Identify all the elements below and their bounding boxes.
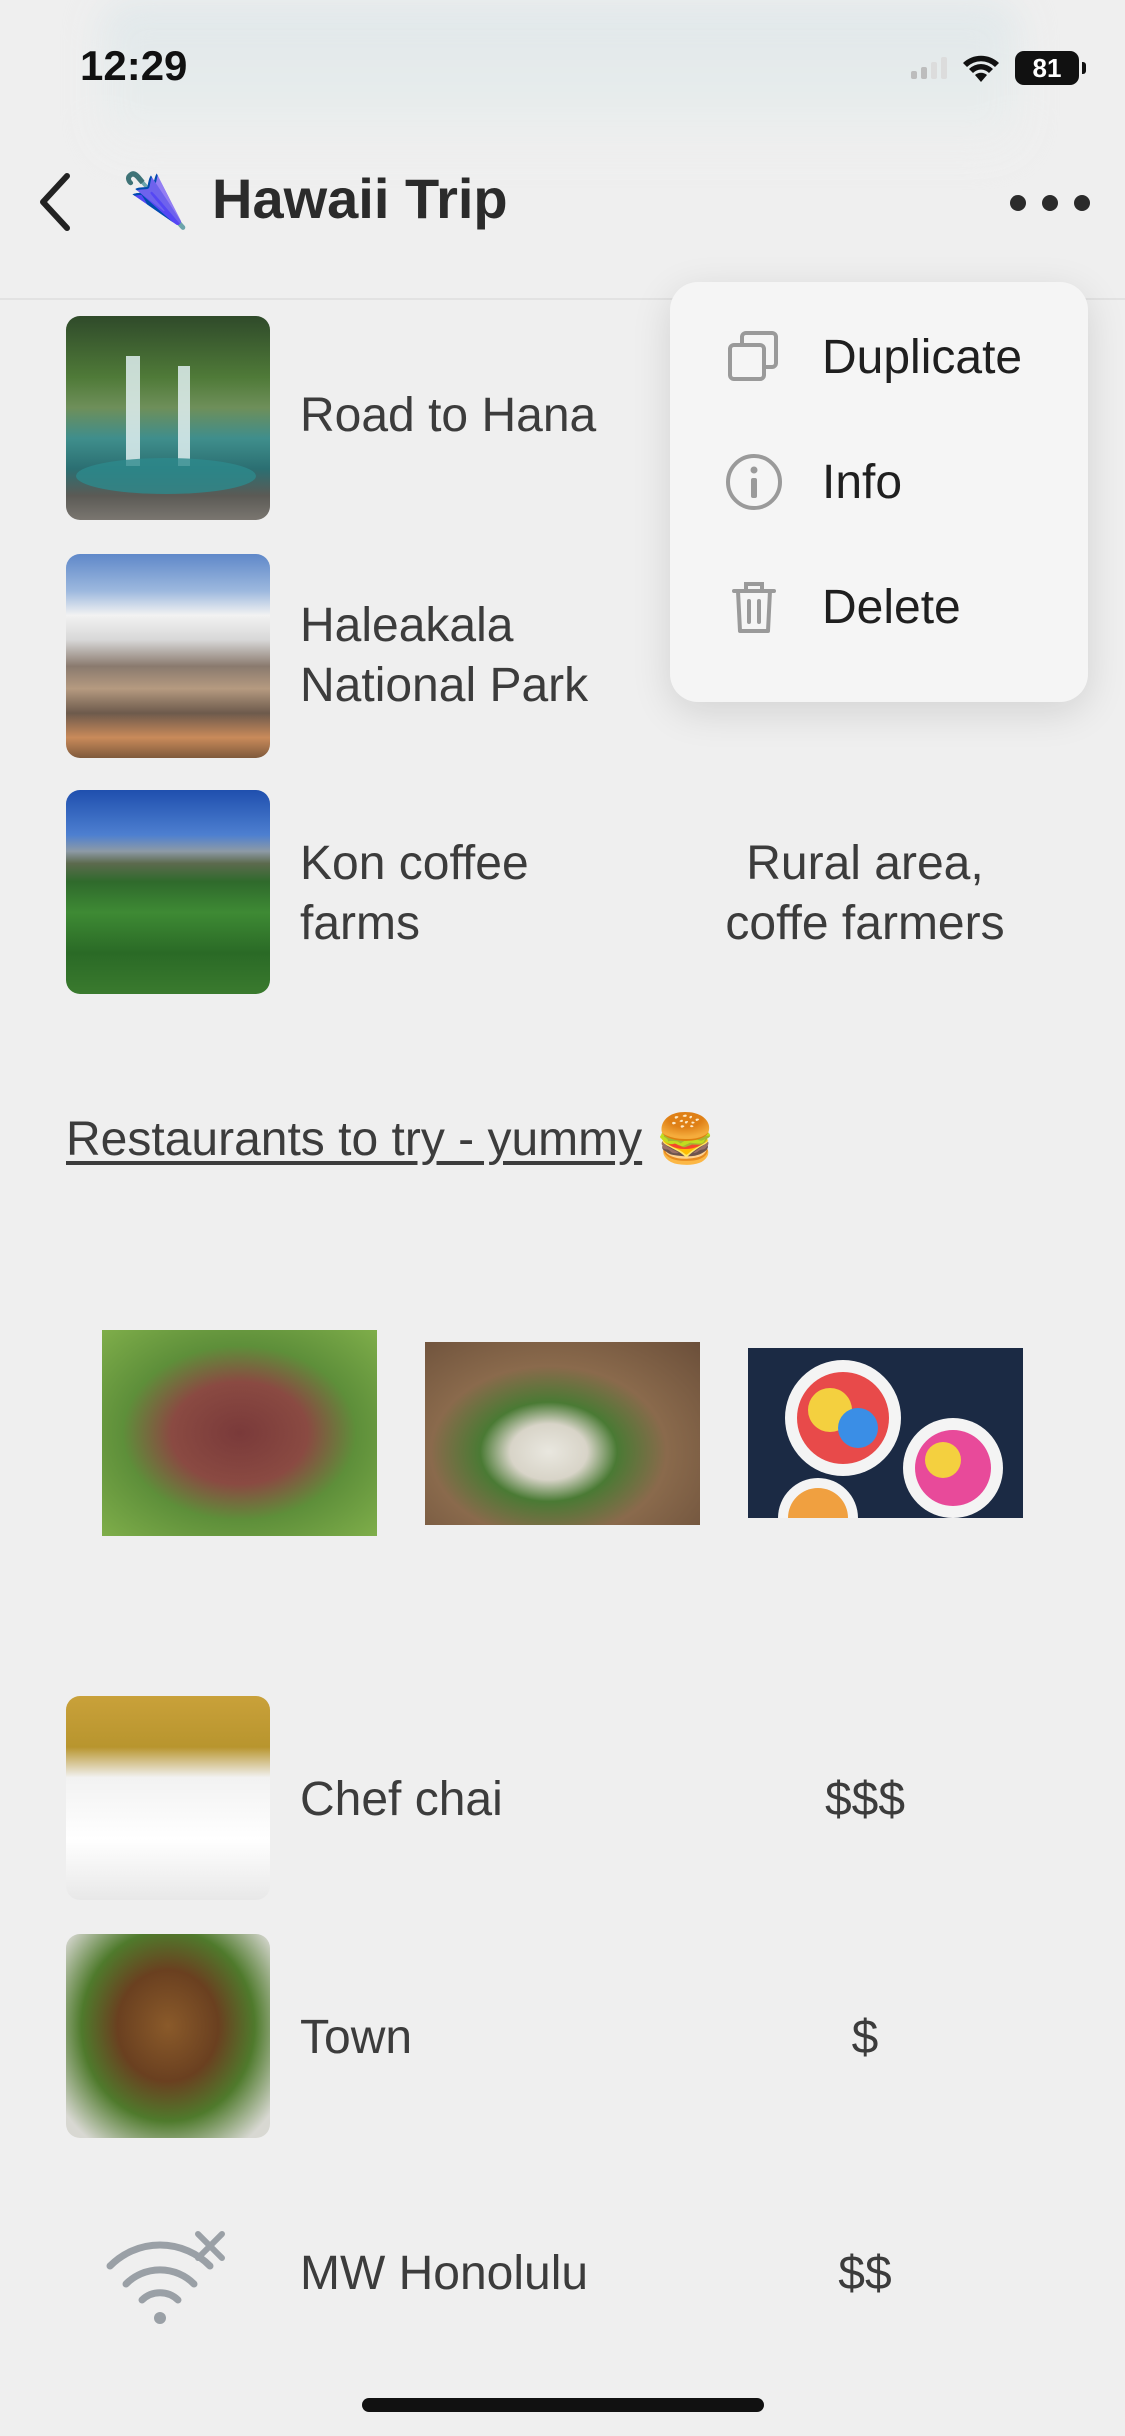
list-item-name: Kon coffee farms (300, 837, 529, 950)
burger-emoji: 🍔 (655, 1113, 716, 1166)
no-connection-icon (100, 2226, 230, 2326)
cellular-signal-icon (911, 57, 947, 79)
menu-item-info[interactable]: Info (670, 427, 1088, 537)
waterfall-image (76, 356, 256, 494)
section-heading-text: Restaurants to try - yummy (66, 1113, 643, 1166)
list-item-price: $$ (838, 2247, 892, 2300)
dot (1010, 195, 1026, 211)
list-item-price: $$$ (824, 1773, 906, 1826)
wifi-icon (963, 55, 999, 82)
menu-item-delete[interactable]: Delete (670, 552, 1088, 662)
more-options-button[interactable] (1010, 188, 1090, 218)
place-thumbnail[interactable] (66, 316, 270, 520)
page-emoji: 🌂 (122, 171, 190, 231)
list-item-name: Chef chai (300, 1773, 503, 1826)
dot (1074, 195, 1090, 211)
place-thumbnail[interactable] (66, 554, 270, 758)
info-icon (720, 448, 788, 516)
restaurant-thumbnail[interactable] (66, 1934, 270, 2138)
list-item-name: MW Honolulu (300, 2247, 589, 2300)
list-item-name: Town (300, 2011, 413, 2064)
chevron-left-icon (40, 173, 70, 231)
status-bar-background (100, 0, 1020, 150)
restaurant-thumbnail[interactable] (66, 1696, 270, 1900)
list-item-note: Rural area, coffe farmers (725, 837, 1005, 950)
status-icons: 81 (911, 48, 1086, 88)
status-time: 12:29 (80, 42, 188, 89)
menu-item-label: Delete (822, 580, 961, 634)
shave-ice-image (778, 1360, 1003, 1518)
gallery-image[interactable] (102, 1330, 377, 1536)
list-item-price: $ (851, 2011, 879, 2064)
page-title: Hawaii Trip (212, 167, 508, 230)
dot (1042, 195, 1058, 211)
context-menu: Duplicate Info Delete (670, 282, 1088, 702)
home-indicator[interactable] (362, 2398, 764, 2412)
gallery-image[interactable] (748, 1348, 1023, 1518)
battery-icon: 81 (1015, 51, 1086, 85)
duplicate-icon (720, 323, 788, 391)
menu-item-duplicate[interactable]: Duplicate (670, 302, 1088, 412)
battery-level: 81 (1032, 52, 1062, 83)
trash-icon (720, 573, 788, 641)
gallery-image[interactable] (425, 1342, 700, 1525)
menu-item-label: Duplicate (822, 330, 1023, 384)
list-item-name: Haleakala National Park (300, 599, 589, 712)
place-thumbnail[interactable] (66, 790, 270, 994)
section-heading: Restaurants to try - yummy 🍔 (66, 1110, 715, 1167)
list-item-name: Road to Hana (300, 389, 597, 442)
menu-item-label: Info (822, 455, 903, 509)
back-button[interactable] (30, 162, 80, 242)
